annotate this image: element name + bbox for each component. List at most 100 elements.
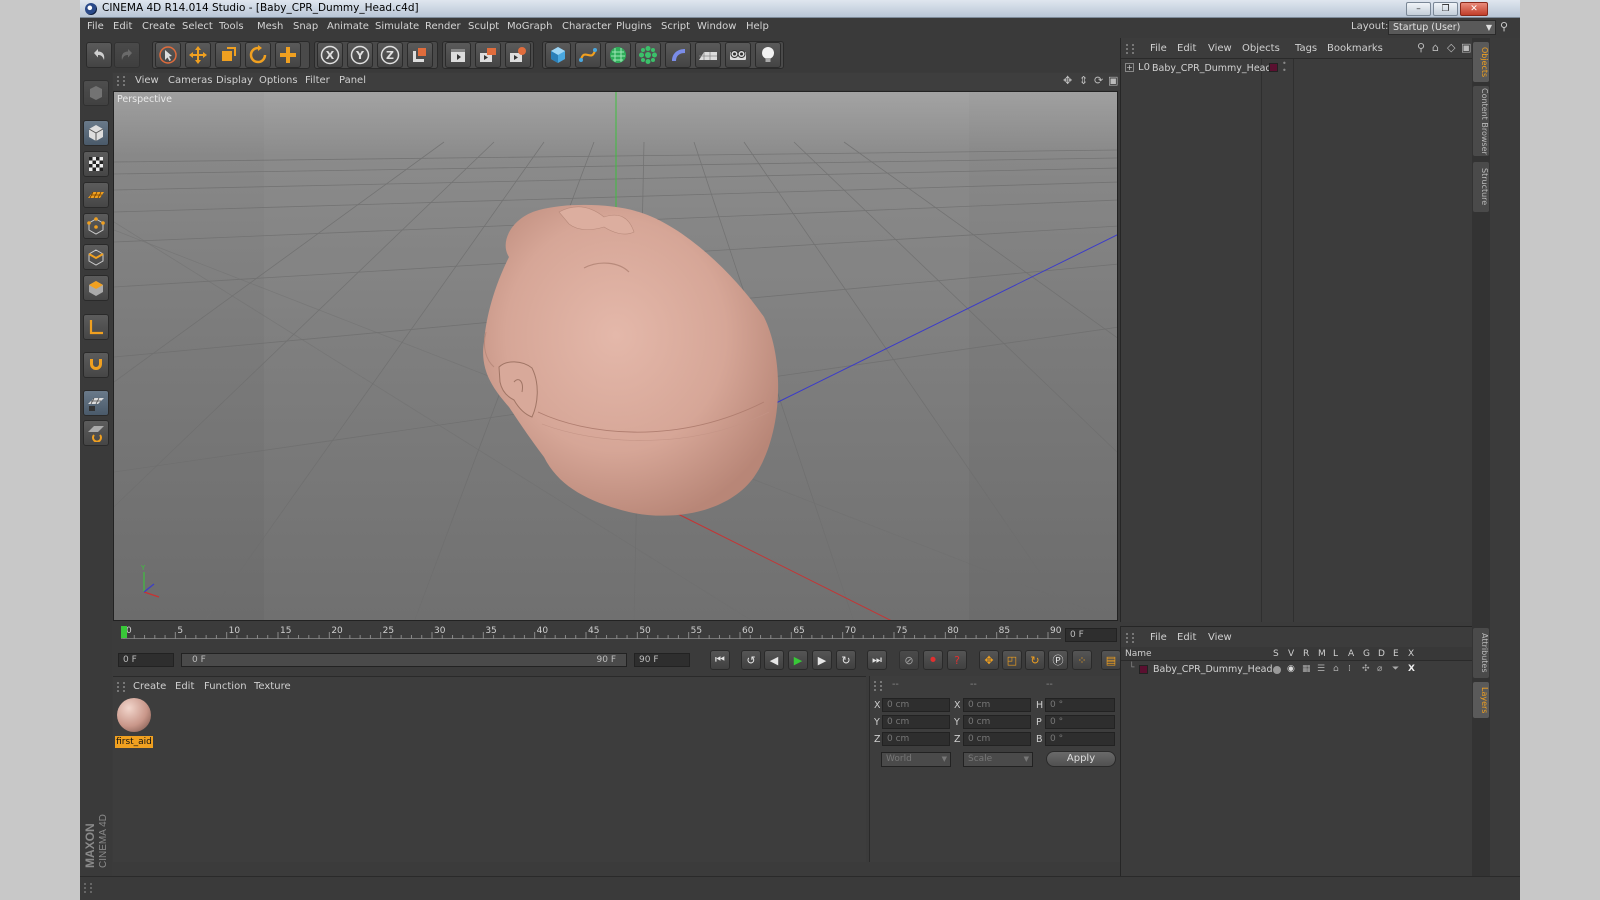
render-settings-button[interactable] <box>505 42 531 68</box>
record-parameter-button[interactable]: Ⓟ <box>1048 650 1068 670</box>
material-swatch[interactable]: first_aid <box>115 698 153 750</box>
layer-row[interactable]: └ Baby_CPR_Dummy_Head ◉ ▦ ☰ ⌂ ⁞ ✣ ⌀ ⏷ X <box>1121 663 1473 677</box>
move-tool-button[interactable] <box>185 42 211 68</box>
polygons-mode-button[interactable] <box>83 275 109 301</box>
go-to-next-key-button[interactable]: ↻ <box>836 650 856 670</box>
add-spline-button[interactable] <box>575 42 601 68</box>
manager-toggle-icon[interactable]: ☰ <box>1317 664 1325 674</box>
rotation-h-field[interactable]: 0 ° <box>1045 698 1115 712</box>
start-frame-field[interactable]: 0 F <box>118 653 174 667</box>
visibility-dots-icon[interactable]: • • <box>1282 60 1287 75</box>
add-cube-button[interactable] <box>545 42 571 68</box>
coordinate-space-select[interactable]: World ▼ <box>881 752 951 767</box>
undo-button[interactable] <box>86 42 112 68</box>
go-to-start-button[interactable]: ⏮ <box>710 650 730 670</box>
back-icon[interactable]: ◇ <box>1447 41 1455 54</box>
timeline-current-frame-marker[interactable] <box>121 626 127 638</box>
apply-button[interactable]: Apply <box>1046 751 1116 767</box>
model-mode-button[interactable] <box>83 120 109 146</box>
menu-sculpt[interactable]: Sculpt <box>468 21 499 32</box>
close-button[interactable]: ✕ <box>1460 2 1488 16</box>
menu-help[interactable]: Help <box>746 21 769 32</box>
search-icon[interactable]: ⚲ <box>1500 20 1508 33</box>
record-point-level-button[interactable]: ⁘ <box>1072 650 1092 670</box>
size-z-field[interactable]: 0 cm <box>963 732 1031 746</box>
new-window-icon[interactable]: ▣ <box>1461 41 1471 54</box>
add-light-button[interactable] <box>755 42 781 68</box>
minimize-button[interactable]: – <box>1406 2 1431 16</box>
add-mograph-button[interactable] <box>635 42 661 68</box>
material-menu-create[interactable]: Create <box>133 681 166 692</box>
home-icon[interactable]: ⌂ <box>1432 41 1439 54</box>
axis-mode-button[interactable] <box>83 314 109 340</box>
menu-snap[interactable]: Snap <box>293 21 318 32</box>
material-menu-function[interactable]: Function <box>204 681 247 692</box>
tab-content-browser[interactable]: Content Browser <box>1473 86 1489 156</box>
position-x-field[interactable]: 0 cm <box>882 698 950 712</box>
menu-plugins[interactable]: Plugins <box>616 21 652 32</box>
zoom-view-icon[interactable]: ⇕ <box>1079 74 1088 87</box>
add-camera-button[interactable] <box>725 42 751 68</box>
record-position-button[interactable]: ✥ <box>979 650 999 670</box>
layer-color-swatch[interactable] <box>1139 665 1148 674</box>
deformer-toggle-icon[interactable]: ⌀ <box>1377 664 1382 674</box>
add-environment-button[interactable] <box>695 42 721 68</box>
menu-render[interactable]: Render <box>425 21 461 32</box>
redo-button[interactable] <box>114 42 140 68</box>
menu-edit[interactable]: Edit <box>113 21 132 32</box>
viewport-menu-options[interactable]: Options <box>259 75 298 86</box>
workplane-lock-button[interactable] <box>83 390 109 416</box>
tab-layers[interactable]: Layers <box>1473 682 1489 718</box>
rotate-tool-button[interactable] <box>245 42 271 68</box>
add-deformer-button[interactable] <box>665 42 691 68</box>
size-x-field[interactable]: 0 cm <box>963 698 1031 712</box>
material-menu-texture[interactable]: Texture <box>254 681 291 692</box>
menu-mesh[interactable]: Mesh <box>257 21 283 32</box>
position-y-field[interactable]: 0 cm <box>882 715 950 729</box>
y-axis-lock-button[interactable]: Y <box>347 42 373 68</box>
layout-select[interactable]: Startup (User) ▼ <box>1388 20 1496 35</box>
workplane-mode-button[interactable] <box>83 182 109 208</box>
play-button[interactable]: ▶ <box>788 650 808 670</box>
objects-menu-edit[interactable]: Edit <box>1177 43 1196 54</box>
keyframe-selection-button[interactable]: ? <box>947 650 967 670</box>
workplane-rotate-button[interactable] <box>83 420 109 446</box>
timeline-window-button[interactable]: ▤ <box>1101 650 1121 670</box>
objects-menu-bookmarks[interactable]: Bookmarks <box>1327 43 1383 54</box>
scale-tool-button[interactable] <box>215 42 241 68</box>
objects-menu-tags[interactable]: Tags <box>1295 43 1317 54</box>
viewport-menu-display[interactable]: Display <box>216 75 253 86</box>
record-scale-button[interactable]: ◰ <box>1002 650 1022 670</box>
expression-toggle-icon[interactable]: ⏷ <box>1392 664 1399 674</box>
add-nurbs-button[interactable] <box>605 42 631 68</box>
viewport-menu-view[interactable]: View <box>135 75 159 86</box>
menu-character[interactable]: Character <box>562 21 611 32</box>
maximize-button[interactable]: ❐ <box>1433 2 1458 16</box>
rotate-view-icon[interactable]: ⟳ <box>1094 74 1103 87</box>
material-menu-edit[interactable]: Edit <box>175 681 194 692</box>
layers-menu-view[interactable]: View <box>1208 632 1232 643</box>
xref-toggle-icon[interactable]: X <box>1408 664 1415 674</box>
pan-view-icon[interactable]: ✥ <box>1063 74 1072 87</box>
layers-menu-edit[interactable]: Edit <box>1177 632 1196 643</box>
menu-mograph[interactable]: MoGraph <box>507 21 552 32</box>
menu-select[interactable]: Select <box>182 21 213 32</box>
last-tool-button[interactable] <box>275 42 301 68</box>
generator-toggle-icon[interactable]: ✣ <box>1362 664 1370 674</box>
x-axis-lock-button[interactable]: X <box>317 42 343 68</box>
preview-range-slider[interactable]: 0 F 90 F <box>181 653 627 667</box>
animation-toggle-icon[interactable]: ⁞ <box>1348 664 1351 674</box>
end-frame-field[interactable]: 90 F <box>634 653 690 667</box>
eye-icon[interactable]: ◉ <box>1287 664 1295 674</box>
rotation-b-field[interactable]: 0 ° <box>1045 732 1115 746</box>
menu-file[interactable]: File <box>87 21 104 32</box>
search-icon[interactable]: ⚲ <box>1417 41 1425 54</box>
menu-tools[interactable]: Tools <box>219 21 244 32</box>
edges-mode-button[interactable] <box>83 244 109 270</box>
viewport-menu-filter[interactable]: Filter <box>305 75 330 86</box>
convert-object-button[interactable] <box>83 80 109 106</box>
render-toggle-icon[interactable]: ▦ <box>1302 664 1311 674</box>
size-mode-select[interactable]: Scale ▼ <box>963 752 1033 767</box>
render-picture-viewer-button[interactable] <box>475 42 501 68</box>
objects-menu-view[interactable]: View <box>1208 43 1232 54</box>
